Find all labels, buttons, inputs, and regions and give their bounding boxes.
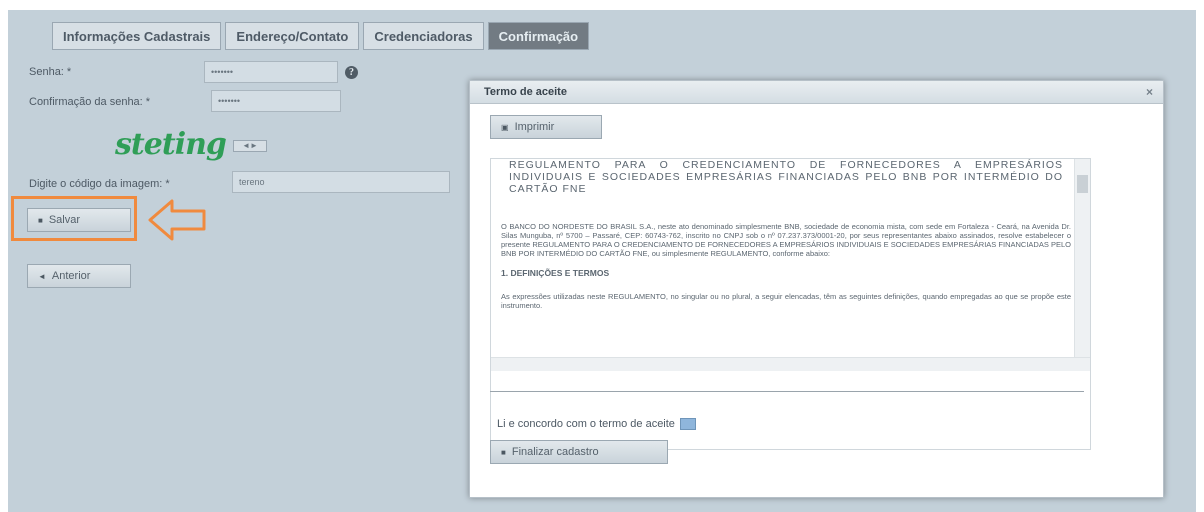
finalizar-cadastro-label: Finalizar cadastro [511,446,599,458]
scrollbar-thumb[interactable] [1077,175,1088,193]
tab-endereco-contato[interactable]: Endereço/Contato [225,22,360,50]
modal-title: Termo de aceite [484,86,567,98]
divider [490,391,1084,392]
anterior-button[interactable]: ◄ Anterior [27,264,131,288]
termo-document-content: REGULAMENTO PARA O CREDENCIAMENTO DE FOR… [501,159,1071,310]
agree-row: Li e concordo com o termo de aceite [497,418,696,431]
anterior-button-label: Anterior [51,270,91,282]
codigo-imagem-label: Digite o código da imagem: * [29,178,170,190]
document-section-paragraph: As expressões utilizadas neste REGULAMEN… [501,291,1071,310]
tab-confirmacao[interactable]: Confirmação [487,22,590,50]
confirmacao-senha-field[interactable]: ••••••• [211,90,341,112]
senha-field[interactable]: ••••••• [204,61,338,83]
modal-header: Termo de aceite × [470,81,1163,104]
close-icon[interactable]: × [1146,81,1153,103]
captcha-refresh-button[interactable]: ◄► [233,140,267,152]
codigo-imagem-field[interactable]: tereno [232,171,450,193]
captcha-image: steting [115,127,227,162]
disk-icon: ■ [501,447,506,457]
tab-informacoes-cadastrais[interactable]: Informações Cadastrais [52,22,222,50]
agree-checkbox[interactable] [680,418,696,431]
confirmacao-senha-label: Confirmação da senha: * [29,96,151,108]
tab-credenciadoras[interactable]: Credenciadoras [363,22,484,50]
finalizar-cadastro-button[interactable]: ■ Finalizar cadastro [490,440,668,464]
arrow-left-icon [148,199,206,241]
arrow-left-small-icon: ◄ [38,271,46,281]
document-title: REGULAMENTO PARA O CREDENCIAMENTO DE FOR… [509,159,1063,195]
document-horizontal-scrollbar[interactable] [491,357,1090,371]
help-icon[interactable]: ? [345,66,358,79]
document-paragraph: O BANCO DO NORDESTE DO BRASIL S.A., nest… [501,221,1071,258]
termo-aceite-modal: Termo de aceite × ▣ Imprimir REGULAMENTO… [469,80,1164,498]
termo-document-viewer[interactable]: REGULAMENTO PARA O CREDENCIAMENTO DE FOR… [490,158,1091,450]
printer-icon: ▣ [501,122,509,132]
agree-label: Li e concordo com o termo de aceite [497,418,675,430]
imprimir-button-label: Imprimir [514,121,555,133]
senha-label: Senha: * [29,66,72,78]
document-section-heading: 1. DEFINIÇÕES E TERMOS [501,267,610,278]
imprimir-button[interactable]: ▣ Imprimir [490,115,602,139]
salvar-highlight-box [11,196,137,241]
wizard-tabs: Informações Cadastrais Endereço/Contato … [52,22,590,50]
document-vertical-scrollbar[interactable] [1074,159,1090,371]
